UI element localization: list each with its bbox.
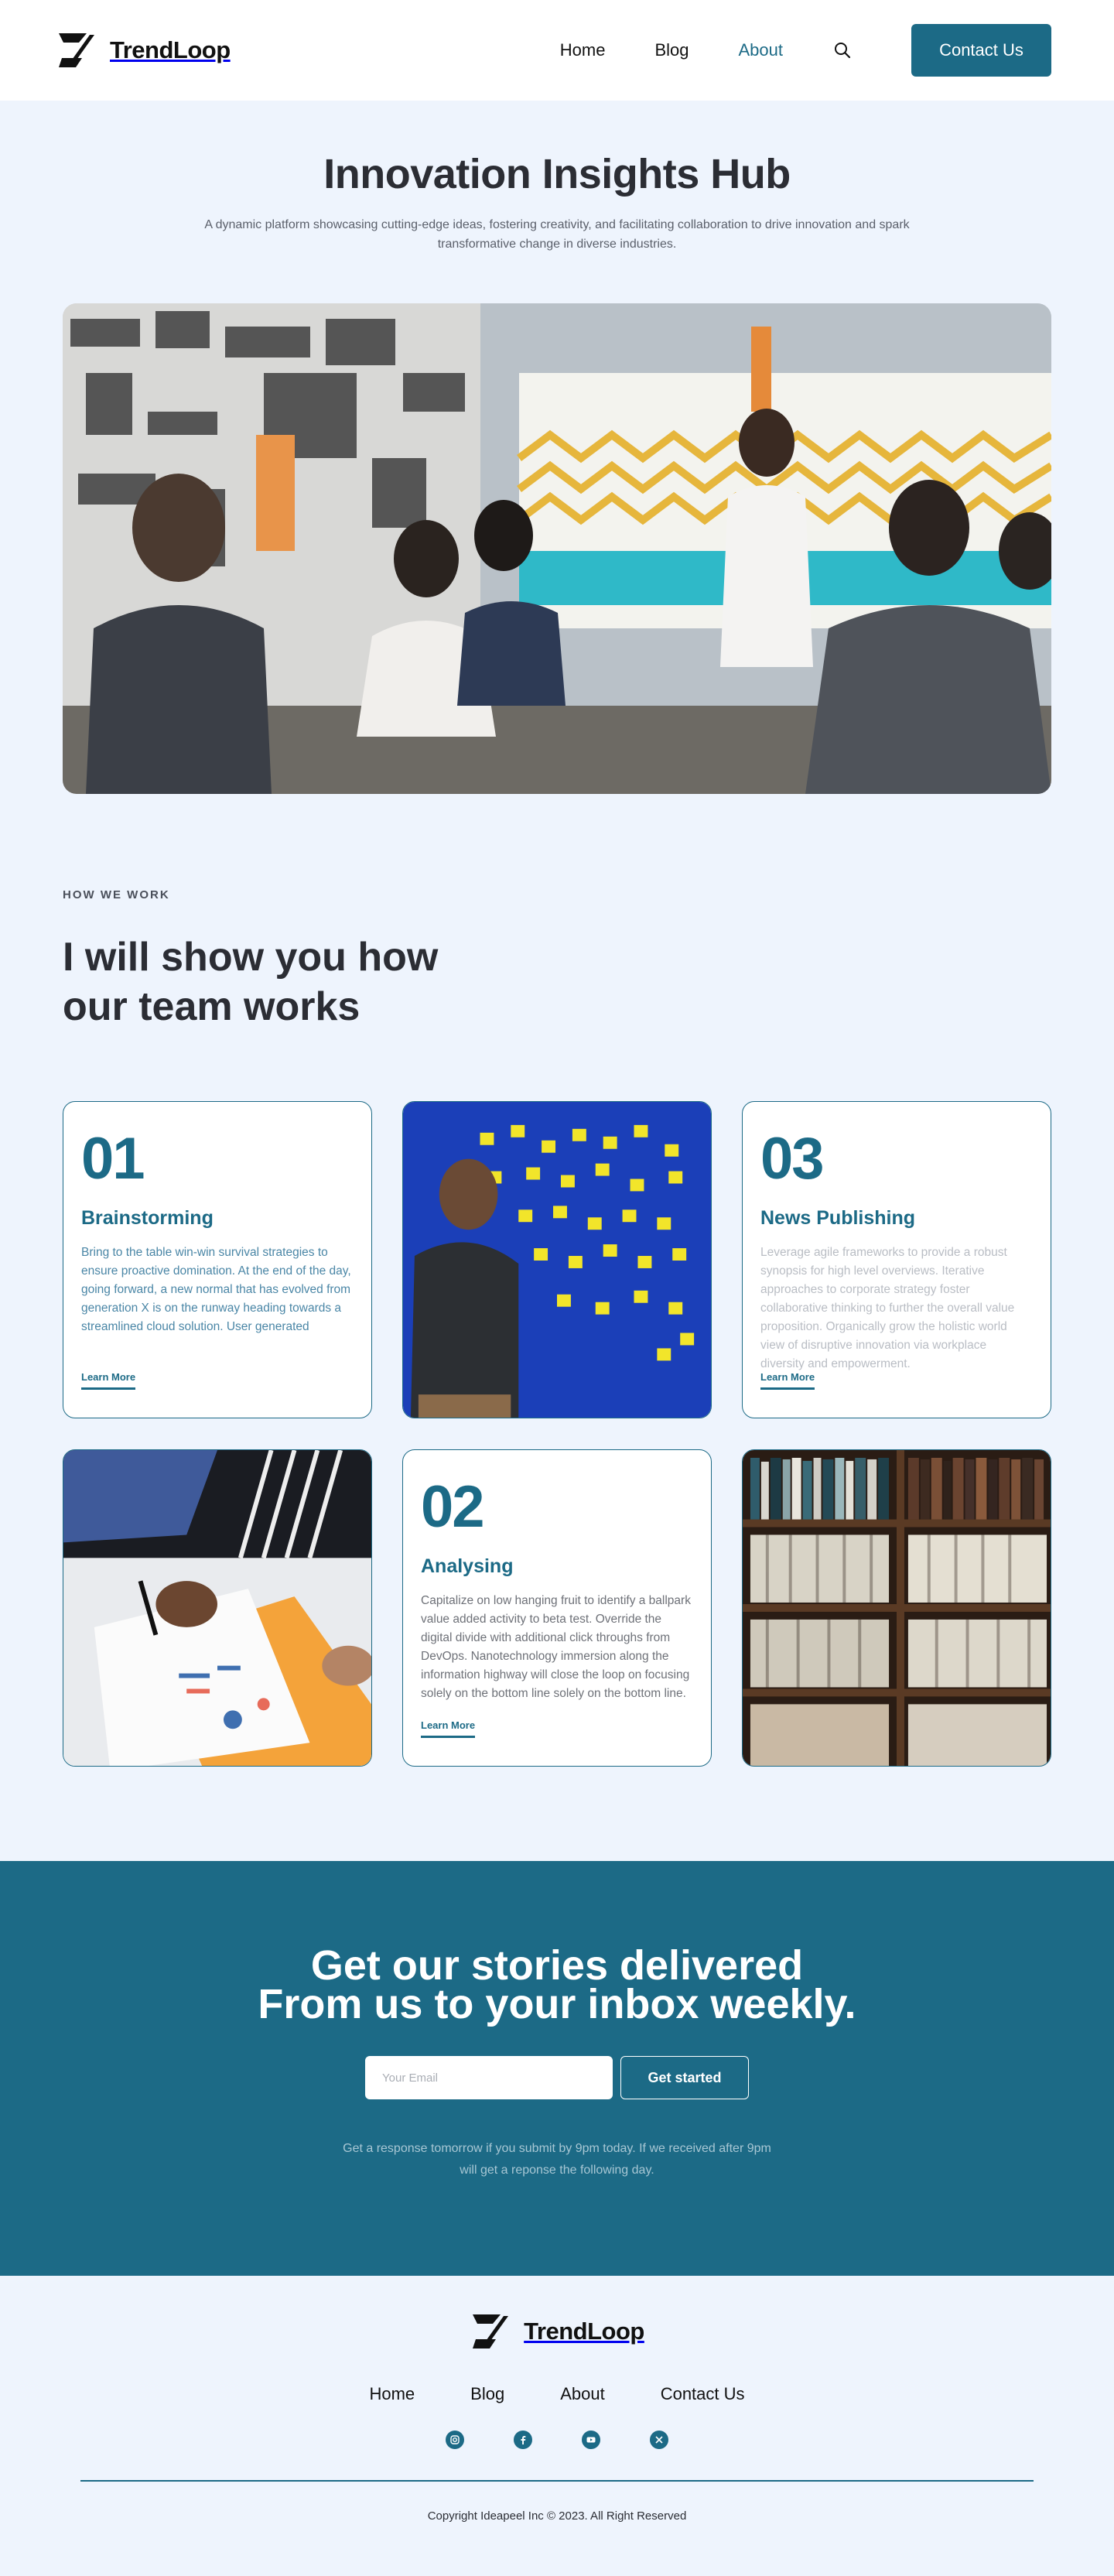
sticky-notes-image: [402, 1101, 712, 1418]
get-started-button[interactable]: Get started: [620, 2056, 749, 2099]
footer-divider: [80, 2480, 1034, 2482]
hero-section: Innovation Insights Hub A dynamic platfo…: [0, 101, 1114, 254]
footer-brand-logo[interactable]: TrendLoop: [0, 2311, 1114, 2352]
step-number: 03: [760, 1126, 825, 1192]
step-body: Bring to the table win-win survival stra…: [81, 1246, 351, 1333]
step-card-analysing: 02 Analysing Capitalize on low hanging f…: [402, 1449, 712, 1767]
nav-blog[interactable]: Blog: [654, 40, 689, 60]
copyright-text: Copyright Ideapeel Inc © 2023. All Right…: [427, 2509, 687, 2523]
step-title: News Publishing: [760, 1207, 916, 1229]
newsletter-section: Get our stories delivered From us to you…: [0, 1861, 1114, 2276]
step-card-news-publishing: 03 News Publishing Leverage agile framew…: [742, 1101, 1051, 1418]
step-card-brainstorming: 01 Brainstorming Bring to the table win-…: [63, 1101, 372, 1418]
footer-nav-contact[interactable]: Contact Us: [661, 2384, 745, 2404]
hero-meeting-image: [63, 303, 1051, 794]
trendloop-logo-icon: [473, 2314, 509, 2349]
step-number: 01: [81, 1126, 145, 1192]
learn-more-link[interactable]: Learn More: [421, 1719, 476, 1738]
footer-nav-about[interactable]: About: [560, 2384, 605, 2404]
brand-name: TrendLoop: [110, 36, 231, 63]
newsletter-form: Get started: [0, 2056, 1114, 2099]
step-title: Analysing: [421, 1555, 514, 1577]
how-we-work-section: HOW WE WORK I will show you how our team…: [0, 888, 1114, 1767]
instagram-icon[interactable]: [446, 2431, 464, 2449]
contact-us-button[interactable]: Contact Us: [911, 24, 1051, 77]
site-header: TrendLoop Home Blog About Contact Us: [0, 0, 1114, 101]
footer-nav-home[interactable]: Home: [369, 2384, 415, 2404]
nav-about[interactable]: About: [739, 40, 784, 60]
hero-subtitle: A dynamic platform showcasing cutting-ed…: [204, 218, 910, 251]
youtube-icon[interactable]: [582, 2431, 600, 2449]
brand-logo[interactable]: TrendLoop: [56, 30, 231, 70]
newsletter-note: Get a response tomorrow if you submit by…: [343, 2142, 771, 2177]
site-footer: TrendLoop Home Blog About Contact Us Cop…: [0, 2276, 1114, 2574]
step-body: Capitalize on low hanging fruit to ident…: [421, 1594, 691, 1700]
learn-more-link[interactable]: Learn More: [81, 1371, 136, 1390]
page-title: Innovation Insights Hub: [323, 151, 791, 197]
x-icon[interactable]: [650, 2431, 668, 2449]
social-links: [0, 2431, 1114, 2449]
documents-charts-image: [63, 1449, 372, 1767]
bookshelf-image: [742, 1449, 1051, 1767]
facebook-icon[interactable]: [514, 2431, 532, 2449]
email-field[interactable]: [365, 2056, 613, 2099]
learn-more-link[interactable]: Learn More: [760, 1371, 815, 1390]
section-eyebrow: HOW WE WORK: [63, 888, 170, 901]
step-body: Leverage agile frameworks to provide a r…: [760, 1246, 1015, 1370]
footer-nav-blog[interactable]: Blog: [470, 2384, 504, 2404]
step-number: 02: [421, 1474, 485, 1540]
main-nav: Home Blog About Contact Us: [511, 24, 1051, 77]
section-heading: I will show you how our team works: [63, 935, 439, 1029]
trendloop-logo-icon: [59, 33, 94, 67]
nav-home[interactable]: Home: [560, 40, 606, 60]
search-icon[interactable]: [832, 40, 853, 60]
step-title: Brainstorming: [81, 1207, 214, 1229]
work-steps-grid: 01 Brainstorming Bring to the table win-…: [63, 1101, 1051, 1767]
brand-name: TrendLoop: [524, 2318, 644, 2345]
newsletter-heading: Get our stories delivered From us to you…: [258, 1942, 856, 2027]
footer-nav: Home Blog About Contact Us: [0, 2384, 1114, 2404]
